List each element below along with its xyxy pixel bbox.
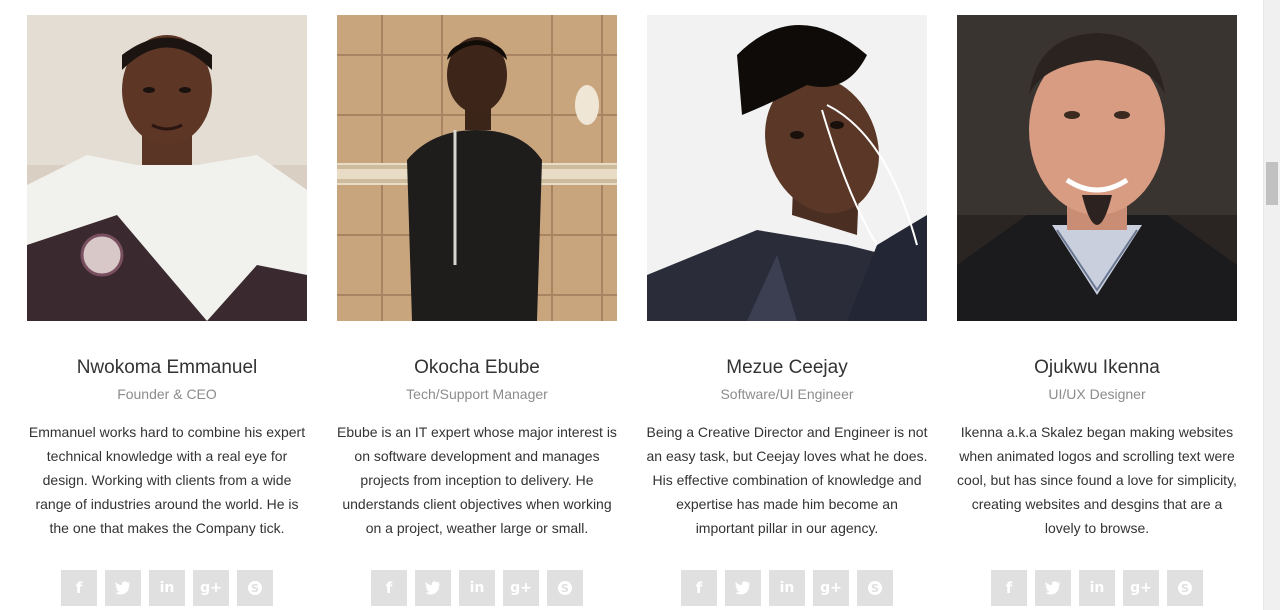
google-plus-button[interactable]: g+ [813, 570, 849, 606]
facebook-icon: f [1005, 579, 1013, 597]
member-bio: Emmanuel works hard to combine his exper… [28, 424, 306, 536]
svg-text:S: S [561, 582, 569, 595]
google-plus-icon: g+ [820, 580, 842, 596]
social-links: f in g+ S [991, 570, 1203, 606]
twitter-icon [425, 581, 441, 595]
social-links: f in g+ S [61, 570, 273, 606]
member-photo [337, 15, 617, 321]
linkedin-icon: in [469, 580, 485, 596]
linkedin-icon: in [779, 580, 795, 596]
team-section: Nwokoma Emmanuel Founder & CEO Emmanuel … [0, 0, 1280, 610]
team-member-card: Ojukwu Ikenna UI/UX Designer Ikenna a.k.… [957, 15, 1237, 606]
member-name: Ojukwu Ikenna [1034, 357, 1160, 378]
google-plus-icon: g+ [510, 580, 532, 596]
member-role: Tech/Support Manager [406, 386, 548, 402]
linkedin-button[interactable]: in [769, 570, 805, 606]
svg-text:S: S [1181, 582, 1189, 595]
google-plus-button[interactable]: g+ [503, 570, 539, 606]
facebook-button[interactable]: f [61, 570, 97, 606]
member-name: Okocha Ebube [414, 357, 540, 378]
facebook-icon: f [75, 579, 83, 597]
twitter-button[interactable] [725, 570, 761, 606]
skype-button[interactable]: S [857, 570, 893, 606]
google-plus-button[interactable]: g+ [193, 570, 229, 606]
twitter-icon [735, 581, 751, 595]
member-photo [27, 15, 307, 321]
facebook-button[interactable]: f [371, 570, 407, 606]
member-photo [957, 15, 1237, 321]
google-plus-icon: g+ [1130, 580, 1152, 596]
member-bio: Being a Creative Director and Engineer i… [646, 424, 928, 536]
social-links: f in g+ S [371, 570, 583, 606]
team-member-card: Nwokoma Emmanuel Founder & CEO Emmanuel … [27, 15, 307, 606]
team-member-card: Okocha Ebube Tech/Support Manager Ebube … [337, 15, 617, 606]
scrollbar-thumb[interactable] [1266, 162, 1278, 205]
skype-button[interactable]: S [237, 570, 273, 606]
member-role: Founder & CEO [117, 386, 217, 402]
member-role: Software/UI Engineer [720, 386, 854, 402]
twitter-icon [1045, 581, 1061, 595]
member-name: Mezue Ceejay [726, 357, 848, 378]
linkedin-button[interactable]: in [459, 570, 495, 606]
twitter-button[interactable] [1035, 570, 1071, 606]
linkedin-button[interactable]: in [149, 570, 185, 606]
skype-icon: S [248, 581, 262, 595]
google-plus-icon: g+ [200, 580, 222, 596]
vertical-scrollbar[interactable] [1263, 0, 1280, 610]
svg-text:S: S [251, 582, 259, 595]
facebook-icon: f [385, 579, 393, 597]
facebook-button[interactable]: f [991, 570, 1027, 606]
twitter-icon [115, 581, 131, 595]
facebook-button[interactable]: f [681, 570, 717, 606]
skype-icon: S [1178, 581, 1192, 595]
google-plus-button[interactable]: g+ [1123, 570, 1159, 606]
member-role: UI/UX Designer [1048, 386, 1146, 402]
member-name: Nwokoma Emmanuel [76, 357, 258, 378]
twitter-button[interactable] [415, 570, 451, 606]
svg-text:S: S [871, 582, 879, 595]
skype-button[interactable]: S [1167, 570, 1203, 606]
facebook-icon: f [695, 579, 703, 597]
linkedin-icon: in [159, 580, 175, 596]
skype-icon: S [558, 581, 572, 595]
skype-button[interactable]: S [547, 570, 583, 606]
twitter-button[interactable] [105, 570, 141, 606]
linkedin-button[interactable]: in [1079, 570, 1115, 606]
member-photo [647, 15, 927, 321]
team-member-card: Mezue Ceejay Software/UI Engineer Being … [647, 15, 927, 606]
skype-icon: S [868, 581, 882, 595]
team-grid: Nwokoma Emmanuel Founder & CEO Emmanuel … [27, 15, 1237, 606]
member-bio: Ikenna a.k.a Skalez began making website… [957, 424, 1237, 536]
member-bio: Ebube is an IT expert whose major intere… [337, 424, 617, 536]
social-links: f in g+ S [681, 570, 893, 606]
linkedin-icon: in [1089, 580, 1105, 596]
